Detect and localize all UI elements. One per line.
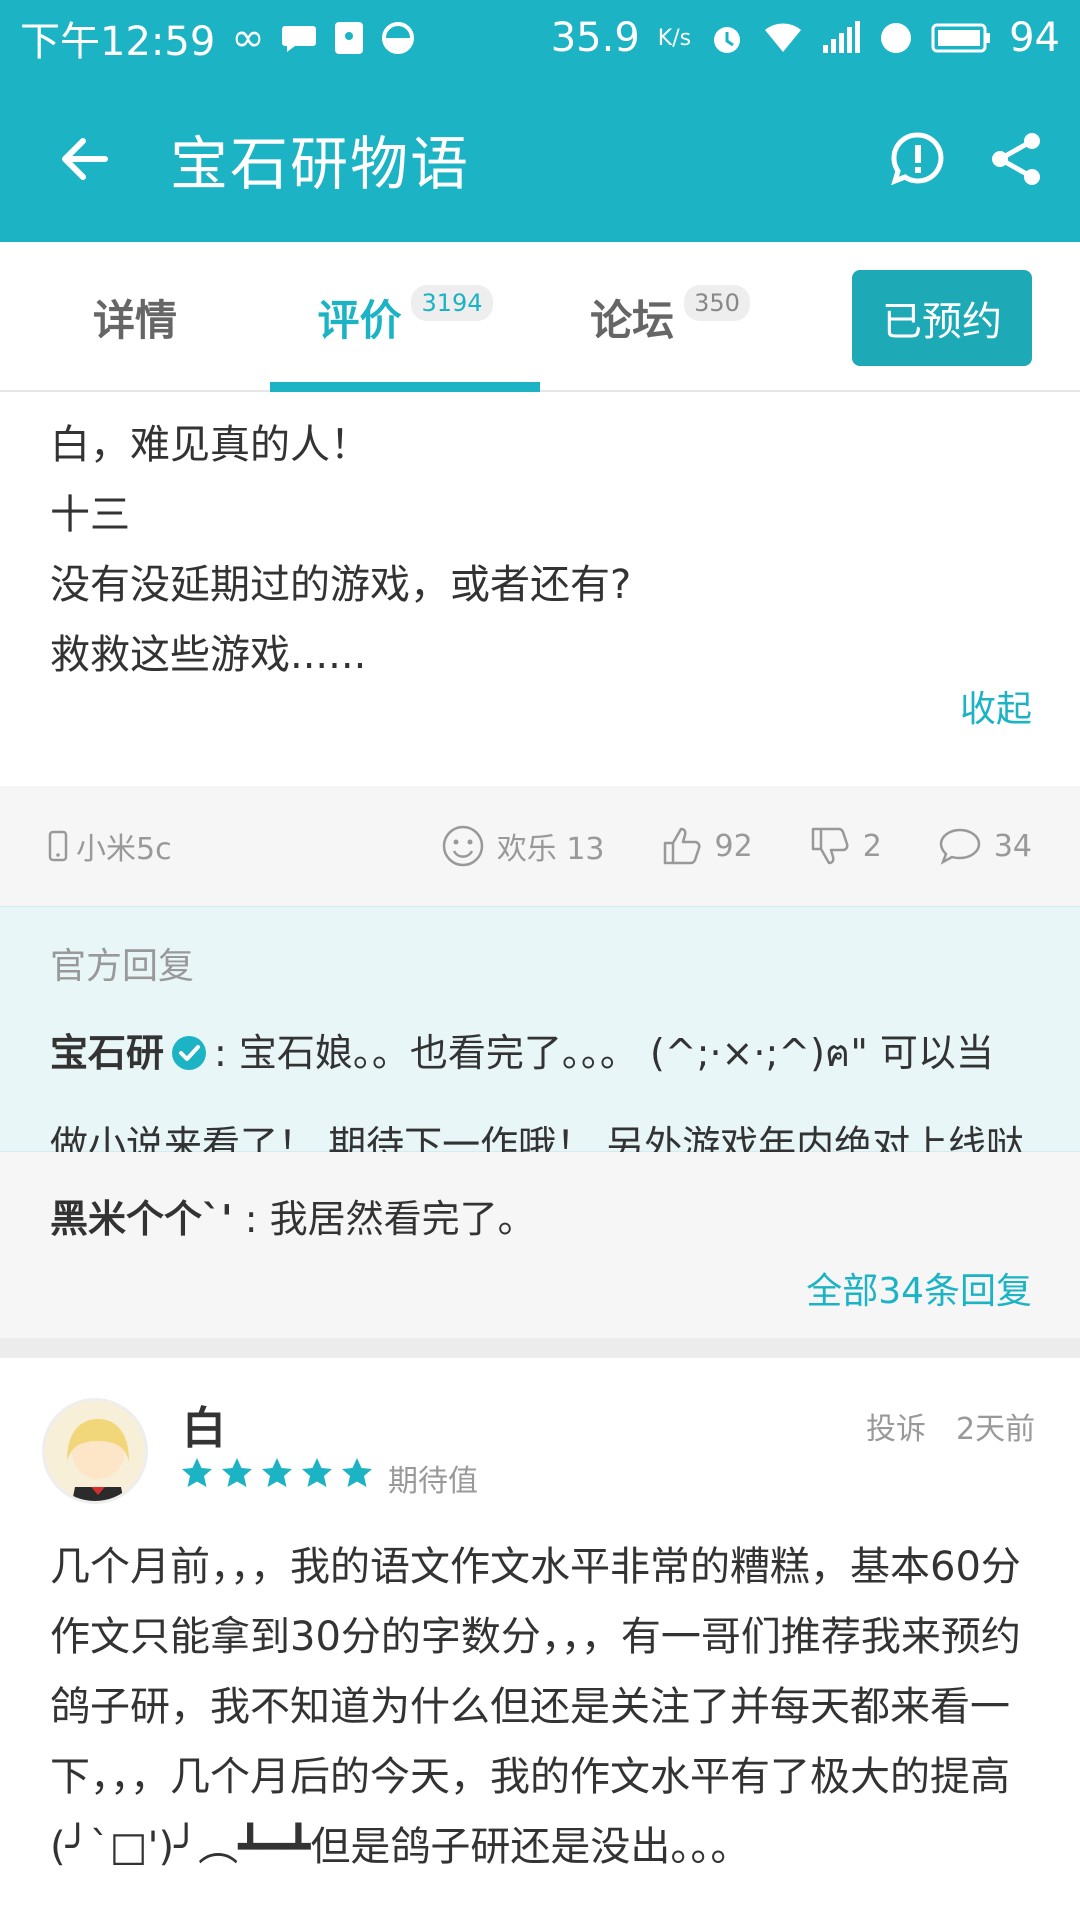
tab-forum-count: 350	[684, 285, 750, 321]
network-speed-unit: K/s	[657, 25, 692, 51]
page-title: 宝石研物语	[170, 130, 471, 198]
official-reply-label: 官方回复	[50, 946, 195, 987]
infinity-icon: ∞	[231, 15, 265, 61]
share-icon[interactable]	[988, 129, 1044, 189]
comment-button[interactable]: 34	[938, 826, 1032, 866]
tab-reviews-label: 评价	[317, 295, 402, 345]
official-author[interactable]: 宝石研	[50, 1031, 164, 1075]
tab-details-label: 详情	[92, 295, 177, 345]
tab-reviews[interactable]: 评价 3194	[270, 242, 540, 392]
status-bar: 下午12:59 ∞ 35.9 K/s 94	[0, 0, 1080, 76]
dislike-button[interactable]: 2	[809, 825, 882, 867]
network-speed: 35.9	[550, 15, 640, 61]
star-icon	[182, 1458, 212, 1487]
rating-label: 期待值	[388, 1464, 478, 1499]
dislike-count: 2	[862, 828, 882, 864]
device-name: 小米5c	[76, 832, 172, 867]
star-icon	[302, 1458, 332, 1487]
review-line: 救救这些游戏......	[50, 632, 367, 678]
star-icon	[342, 1458, 372, 1487]
verified-badge-icon	[172, 1035, 207, 1070]
tab-details[interactable]: 详情	[40, 242, 230, 392]
official-reply: 官方回复 宝石研: 宝石娘。。也看完了。。。 (^;·×·;^)ฅ" 可以当做小…	[0, 906, 1080, 1167]
back-arrow-icon	[62, 138, 108, 180]
thumbs-up-icon	[663, 827, 701, 865]
reply-author[interactable]: 黑米个个`'	[50, 1197, 233, 1241]
thumbs-down-icon	[811, 827, 849, 865]
mood-button[interactable]: 欢乐 13	[441, 824, 605, 868]
tab-reviews-count: 3194	[411, 285, 493, 321]
back-button[interactable]	[0, 76, 170, 242]
avatar-image	[45, 1401, 145, 1501]
report-icon[interactable]	[888, 129, 948, 189]
review-content: 白，难见真的人！ 十三 没有没延期过的游戏，或者还有? 救救这些游戏......	[50, 410, 1030, 690]
tab-forum-label: 论坛	[590, 295, 675, 345]
star-icon	[222, 1458, 252, 1487]
mood-label: 欢乐 13	[496, 832, 605, 867]
data-saver-icon	[381, 22, 414, 54]
review-line: 十三	[50, 492, 130, 538]
section-divider	[0, 1338, 1080, 1358]
active-tab-indicator	[270, 382, 540, 392]
alarm-icon	[714, 27, 741, 53]
smile-icon	[442, 825, 484, 867]
tab-forum[interactable]: 论坛 350	[570, 242, 770, 392]
review-username[interactable]: 白	[182, 1392, 226, 1456]
reply-text: : 我居然看完了。	[232, 1197, 536, 1241]
status-time: 下午12:59	[20, 19, 216, 65]
wifi-icon	[765, 23, 802, 52]
review-content-2: 几个月前，，，我的语文作文水平非常的糟糕，基本60分作文只能拿到30分的字数分，…	[50, 1544, 1021, 1870]
like-count: 92	[714, 828, 753, 864]
collapse-link[interactable]: 收起	[960, 680, 1032, 732]
battery-level: 94	[1009, 15, 1060, 61]
all-replies-link[interactable]: 全部34条回复	[806, 1262, 1032, 1314]
comment-count: 34	[993, 828, 1032, 864]
like-button[interactable]: 92	[661, 825, 753, 867]
report-link[interactable]: 投诉	[866, 1404, 926, 1448]
star-icon	[262, 1458, 292, 1487]
review-line: 白，难见真的人！	[50, 422, 370, 468]
phone-icon	[48, 830, 68, 862]
chat-bubble-icon	[281, 26, 316, 52]
hotspot-icon	[334, 22, 363, 54]
battery-icon	[931, 23, 991, 53]
reserved-button[interactable]: 已预约	[852, 270, 1032, 366]
rating-stars	[180, 1456, 374, 1490]
review-meta-bar: 小米5c 欢乐 13 92 2 34	[0, 786, 1080, 906]
signal-4g-icon	[823, 21, 861, 53]
review-line: 没有没延期过的游戏，或者还有?	[50, 562, 632, 608]
app-bar: 宝石研物语	[0, 76, 1080, 242]
device-info: 小米5c	[48, 824, 172, 868]
review-time: 2天前	[956, 1412, 1036, 1447]
hd-voice-icon	[881, 23, 912, 53]
avatar[interactable]	[42, 1398, 148, 1504]
comment-icon	[939, 828, 981, 865]
